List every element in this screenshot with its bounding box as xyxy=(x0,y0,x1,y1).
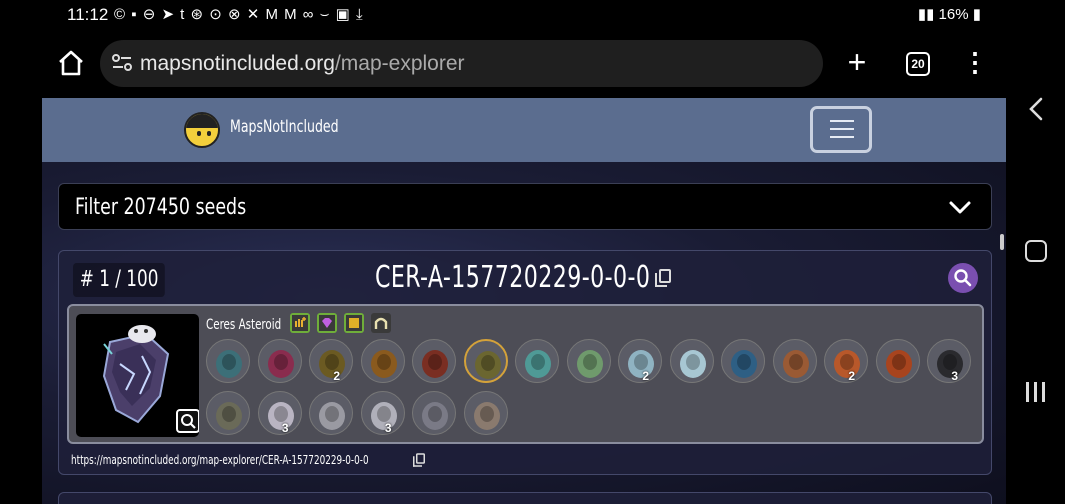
hand-plus-trait-icon[interactable] xyxy=(290,313,310,333)
android-nav-bar xyxy=(1006,0,1065,504)
geyser-count: 3 xyxy=(951,369,958,383)
vault-machine-icon[interactable] xyxy=(412,391,456,435)
tab-switcher-button[interactable]: 20 xyxy=(906,52,930,76)
recent-apps-icon[interactable] xyxy=(1026,382,1048,404)
geyser-ice-icon[interactable] xyxy=(669,339,714,383)
filter-label: Filter 207450 seeds xyxy=(75,195,247,220)
battery-level: 16% xyxy=(938,6,969,23)
printer-machine-icon[interactable] xyxy=(309,391,353,435)
copy-url-icon[interactable] xyxy=(413,453,425,467)
asteroid-image[interactable] xyxy=(76,314,199,437)
geyser-pale-icon[interactable]: 2 xyxy=(618,339,662,383)
signal-icon: ▮▮ xyxy=(917,6,939,23)
arch-trait-icon[interactable] xyxy=(371,313,391,333)
geyser-count: 3 xyxy=(384,421,392,435)
notification-icons: © ▪ ⊖ ➤ t ⊛ ⊙ ⊗ ✕ M M ∞ ⌣ ▣ ⤓ xyxy=(114,6,364,23)
asteroid-panel: Ceres Asteroid 2 2 2 3 3 3 xyxy=(67,304,984,444)
filter-toggle[interactable]: Filter 207450 seeds xyxy=(58,183,992,230)
scrollbar[interactable] xyxy=(1000,234,1004,250)
status-bar: 11:12 © ▪ ⊖ ➤ t ⊛ ⊙ ⊗ ✕ M M ∞ ⌣ ▣ ⤓ ▮▮ 1… xyxy=(42,0,1006,30)
chevron-down-icon xyxy=(947,194,973,220)
lamp-machine-icon[interactable]: 3 xyxy=(360,391,405,435)
site-header: MapsNotIncluded xyxy=(42,98,1006,162)
hand-vent-olive-icon[interactable]: 2 xyxy=(309,339,353,383)
hand-vent-olive-selected-icon[interactable] xyxy=(463,339,508,383)
browser-toolbar: mapsnotincluded.org/map-explorer + 20 ⋮ xyxy=(42,36,1006,92)
page-content: Filter 207450 seeds # 1 / 100 CER-A-1577… xyxy=(42,162,1006,504)
geyser-blue-icon[interactable] xyxy=(721,339,765,383)
volcano-brown-icon[interactable] xyxy=(772,339,817,383)
seed-search-button[interactable] xyxy=(948,263,978,293)
volcano-red-icon[interactable] xyxy=(875,339,920,383)
site-logo[interactable] xyxy=(184,112,220,148)
volcano-black-icon[interactable]: 3 xyxy=(927,339,971,383)
geyser-count: 3 xyxy=(281,421,289,435)
copy-icon[interactable] xyxy=(655,269,671,287)
status-right: ▮▮ 16% ▮ xyxy=(918,5,981,23)
site-name[interactable]: MapsNotIncluded xyxy=(230,117,339,137)
new-tab-button[interactable]: + xyxy=(842,44,872,80)
geyser-green-icon[interactable] xyxy=(566,339,611,383)
geyser-count: 2 xyxy=(848,369,855,383)
gem-trait-icon[interactable] xyxy=(317,313,337,333)
hourglass-machine-icon[interactable] xyxy=(463,391,508,435)
zoom-icon[interactable] xyxy=(176,409,199,433)
next-seed-card xyxy=(58,492,992,504)
seed-url[interactable]: https://mapsnotincluded.org/map-explorer… xyxy=(71,453,369,467)
screen: 11:12 © ▪ ⊖ ➤ t ⊛ ⊙ ⊗ ✕ M M ∞ ⌣ ▣ ⤓ ▮▮ 1… xyxy=(0,0,1065,504)
hand-vent-amber-icon[interactable] xyxy=(360,339,405,383)
asteroid-name: Ceres Asteroid xyxy=(206,317,282,333)
arch-building-icon[interactable] xyxy=(206,391,250,435)
seed-url-text: https://mapsnotincluded.org/map-explorer… xyxy=(71,453,369,467)
url-text[interactable]: mapsnotincluded.org/map-explorer xyxy=(140,52,465,76)
site-settings-icon[interactable] xyxy=(110,52,134,74)
hand-vent-teal-icon[interactable] xyxy=(206,339,250,383)
geyser-teal-icon[interactable] xyxy=(515,339,559,383)
url-domain: mapsnotincluded.org xyxy=(140,52,335,75)
volcano-orange-icon[interactable]: 2 xyxy=(824,339,868,383)
home-icon[interactable] xyxy=(56,48,86,78)
url-bar[interactable]: mapsnotincluded.org/map-explorer xyxy=(100,40,823,87)
ore-trait-icon[interactable] xyxy=(344,313,364,333)
battery-icon: ▮ xyxy=(972,6,981,23)
home-nav-icon[interactable] xyxy=(1025,240,1047,262)
seed-card: # 1 / 100 CER-A-157720229-0-0-0 Ceres As… xyxy=(58,250,992,475)
hand-vent-magenta-icon[interactable] xyxy=(257,339,302,383)
hamburger-menu-button[interactable] xyxy=(810,106,872,153)
seed-title: CER-A-157720229-0-0-0 xyxy=(375,260,651,295)
capsule-machine-icon[interactable]: 3 xyxy=(257,391,302,435)
status-time: 11:12 xyxy=(67,5,109,24)
back-icon[interactable] xyxy=(1028,96,1044,122)
geyser-count: 2 xyxy=(333,369,340,383)
browser-viewport: 11:12 © ▪ ⊖ ➤ t ⊛ ⊙ ⊗ ✕ M M ∞ ⌣ ▣ ⤓ ▮▮ 1… xyxy=(42,0,1006,504)
url-path: /map-explorer xyxy=(334,52,465,75)
geyser-count: 2 xyxy=(642,369,649,383)
seed-rank: # 1 / 100 xyxy=(73,263,166,297)
hand-vent-rust-icon[interactable] xyxy=(412,339,456,383)
browser-menu-icon[interactable]: ⋮ xyxy=(962,48,988,78)
